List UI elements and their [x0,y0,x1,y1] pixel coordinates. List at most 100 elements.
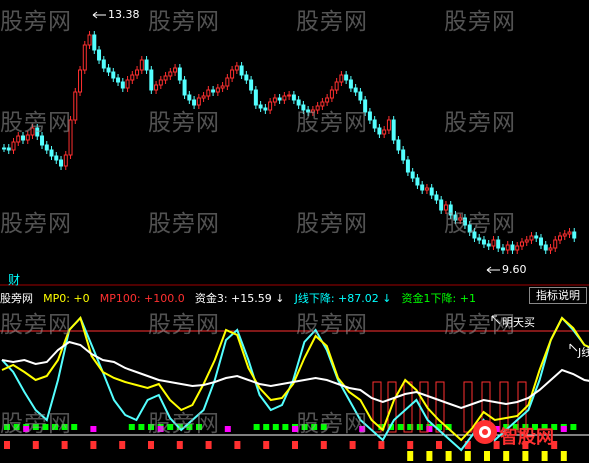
indicator-header: 股旁网 MP0: +0 MP100: +100.0 资金3: +15.59 ↓ … [0,287,589,305]
candle-body [486,243,491,247]
candle-body [25,134,30,141]
signal-bar-yellow [407,451,414,461]
signal-bar-red [378,441,385,449]
candle-body [291,94,296,101]
candle-body [154,84,159,91]
indicator-value-mp0: MP0: +0 [43,292,90,305]
signal-bar-yellow [560,451,567,461]
j-line-annotation: J线 [578,346,589,359]
signal-bar-green [42,424,49,430]
signal-bar-green [148,424,154,430]
candle-body [187,94,192,101]
candle-body [344,74,349,81]
candle-body [244,74,249,81]
candle-body [206,89,211,97]
candle-body [182,79,187,96]
candle-body [125,79,130,89]
signal-bar-yellow [522,451,529,461]
signal-bar-magenta [90,426,97,432]
signal-bar-green [263,424,270,430]
signal-bar-red [292,441,298,449]
candle-body [477,237,482,241]
candle-body [230,69,235,79]
signal-bar-magenta [359,426,366,432]
low-marker [486,266,500,274]
candle-body [510,244,515,251]
candle-body [287,94,292,97]
candle-body [458,217,463,221]
candle-body [225,77,230,87]
candle-body [92,34,97,51]
candle-body [253,89,258,106]
signal-bar-magenta [560,426,567,432]
signal-bar-red [148,441,154,449]
signal-bar-magenta [224,426,231,432]
signal-bar-yellow [503,451,510,461]
signal-bar-green [570,424,577,430]
candle-body [173,67,178,73]
candle-body [325,97,330,103]
candle-body [481,239,486,245]
candle-body [353,87,358,93]
candle-body [348,79,353,89]
signal-bar-yellow [484,451,490,461]
candle-body [443,204,448,211]
candle-body [334,81,339,91]
candle-body [30,127,35,136]
candle-body [149,69,154,91]
candle-body [54,155,59,161]
signal-bar-red [176,441,183,449]
candle-body [16,135,21,143]
indicator-help-button[interactable]: 指标说明 [529,287,587,304]
signal-bar-green [301,424,308,430]
candle-body [272,97,277,103]
buy-arrow [491,315,501,325]
candle-body [68,119,73,156]
candle-body [163,75,168,81]
candle-body [258,104,263,109]
signal-bar-red [320,441,327,449]
candle-body [97,49,102,61]
signal-bar-green [272,424,279,430]
candle-body [11,141,16,151]
candle-body [49,149,54,157]
candle-body [82,44,87,71]
candle-body [192,99,197,106]
indicator-name: 股旁网 [0,292,33,305]
candle-body [277,97,282,101]
signal-bar-green [282,424,289,430]
signal-bar-red [436,441,442,449]
indicator-value-fund1: 资金1下降: +1 [401,292,476,305]
signal-bar-green [311,424,318,430]
candle-body [130,74,135,81]
signal-bar-red [407,441,414,449]
candle-body [211,89,216,93]
candle-body [405,159,410,173]
signal-bar-yellow [541,451,548,461]
corner-label: 财 [8,273,21,287]
signal-bar-green [196,424,202,430]
candlestick-series [2,31,577,254]
candle-body [363,99,368,113]
signal-bar-red [90,441,97,449]
candle-body [116,77,121,83]
candle-body [196,97,201,106]
signal-bar-magenta [426,426,433,432]
candle-body [515,245,520,251]
candle-body [139,59,144,71]
candle-body [6,147,11,151]
candle-body [562,233,567,237]
signal-bar-yellow [445,451,452,461]
candle-body [424,187,429,191]
signal-bar-yellow [464,451,471,461]
candle-body [59,159,64,167]
candle-body [557,235,562,241]
signal-bar-green [13,424,20,430]
signal-bar-green [320,424,327,430]
indicator-value-jline: J线下降: +87.02 ↓ [294,292,392,305]
candle-body [315,105,320,111]
candle-body [396,139,401,151]
candle-body [215,87,220,93]
candle-body [239,65,244,76]
signal-bar-green [167,424,174,430]
